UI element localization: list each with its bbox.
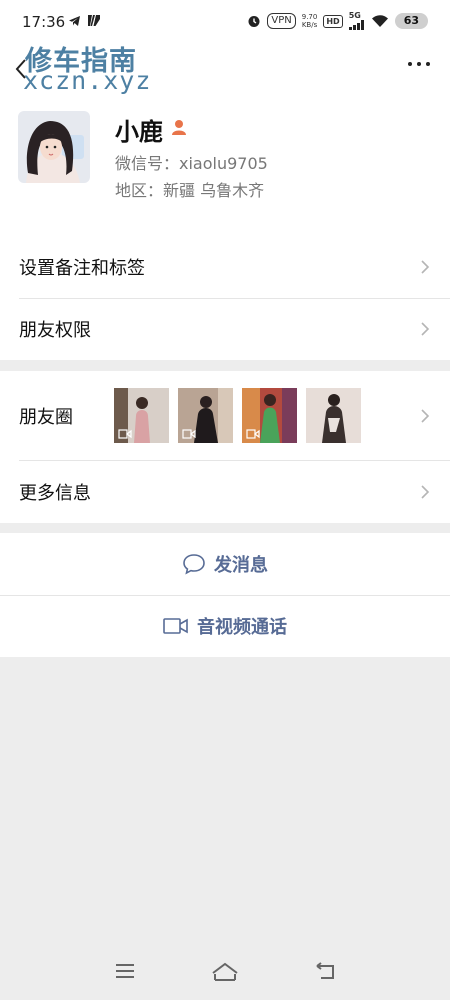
video-camera-icon [163,618,188,634]
signal-icon [348,20,364,30]
more-options-icon[interactable] [408,62,430,66]
menu-icon[interactable] [114,962,136,980]
wifi-icon [371,15,388,27]
female-user-icon [172,120,186,135]
signal-group: 5G [348,11,365,30]
profile-header: 修车指南 xczn.xyz 小鹿 微信号：xiaolu9705 地区：新疆 乌鲁… [0,46,450,226]
back-icon[interactable] [314,962,336,980]
settings-group: 设置备注和标签 朋友权限 [0,226,450,360]
chevron-right-icon [421,485,430,499]
avatar[interactable] [18,111,90,183]
moment-thumbnail[interactable] [306,388,361,443]
moment-thumbnail[interactable] [178,388,233,443]
app-notification-icon [88,15,100,26]
video-call-label: 音视频通话 [197,617,287,638]
speed-value: 9.70 [301,13,318,21]
chevron-right-icon [421,260,430,274]
friend-permission-label: 朋友权限 [19,320,91,341]
more-info-label: 更多信息 [19,483,91,504]
video-icon [246,429,260,439]
video-icon [118,429,132,439]
region: 地区：新疆 乌鲁木齐 [115,181,265,200]
actions-group: 发消息 音视频通话 [0,533,450,657]
moments-thumbnails [114,388,361,443]
moments-label: 朋友圈 [19,407,73,428]
moments-row[interactable]: 朋友圈 [0,371,450,461]
send-message-button[interactable]: 发消息 [0,533,450,595]
send-message-label: 发消息 [214,555,268,576]
set-remark-label: 设置备注和标签 [19,258,145,279]
status-time: 17:36 [22,13,66,31]
moment-thumbnail[interactable] [242,388,297,443]
status-left-icons [68,14,101,27]
network-speed: 9.70 KB/s [302,13,318,29]
speed-unit: KB/s [301,21,318,29]
system-nav-bar [0,950,450,1000]
moment-thumbnail[interactable] [114,388,169,443]
video-icon [182,429,196,439]
info-group: 朋友圈 更多信息 [0,371,450,523]
telegram-icon [69,15,80,26]
home-icon[interactable] [212,962,238,982]
network-type: 5G [348,11,361,20]
video-call-button[interactable]: 音视频通话 [0,595,450,657]
chevron-right-icon [421,322,430,336]
profile-name: 小鹿 [115,118,163,146]
battery-indicator: 63 [394,13,428,29]
chevron-right-icon [421,409,430,423]
watermark-url: xczn.xyz [23,66,152,95]
wechat-id: 微信号：xiaolu9705 [115,154,268,173]
hd-badge: HD [323,14,343,28]
friend-permission-row[interactable]: 朋友权限 [0,298,450,360]
vpn-badge: VPN [267,13,296,29]
set-remark-row[interactable]: 设置备注和标签 [0,236,450,298]
chat-bubble-icon [183,554,205,575]
alarm-icon [248,16,260,27]
more-info-row[interactable]: 更多信息 [0,461,450,523]
status-right: VPN 9.70 KB/s HD 5G 63 [247,12,428,30]
